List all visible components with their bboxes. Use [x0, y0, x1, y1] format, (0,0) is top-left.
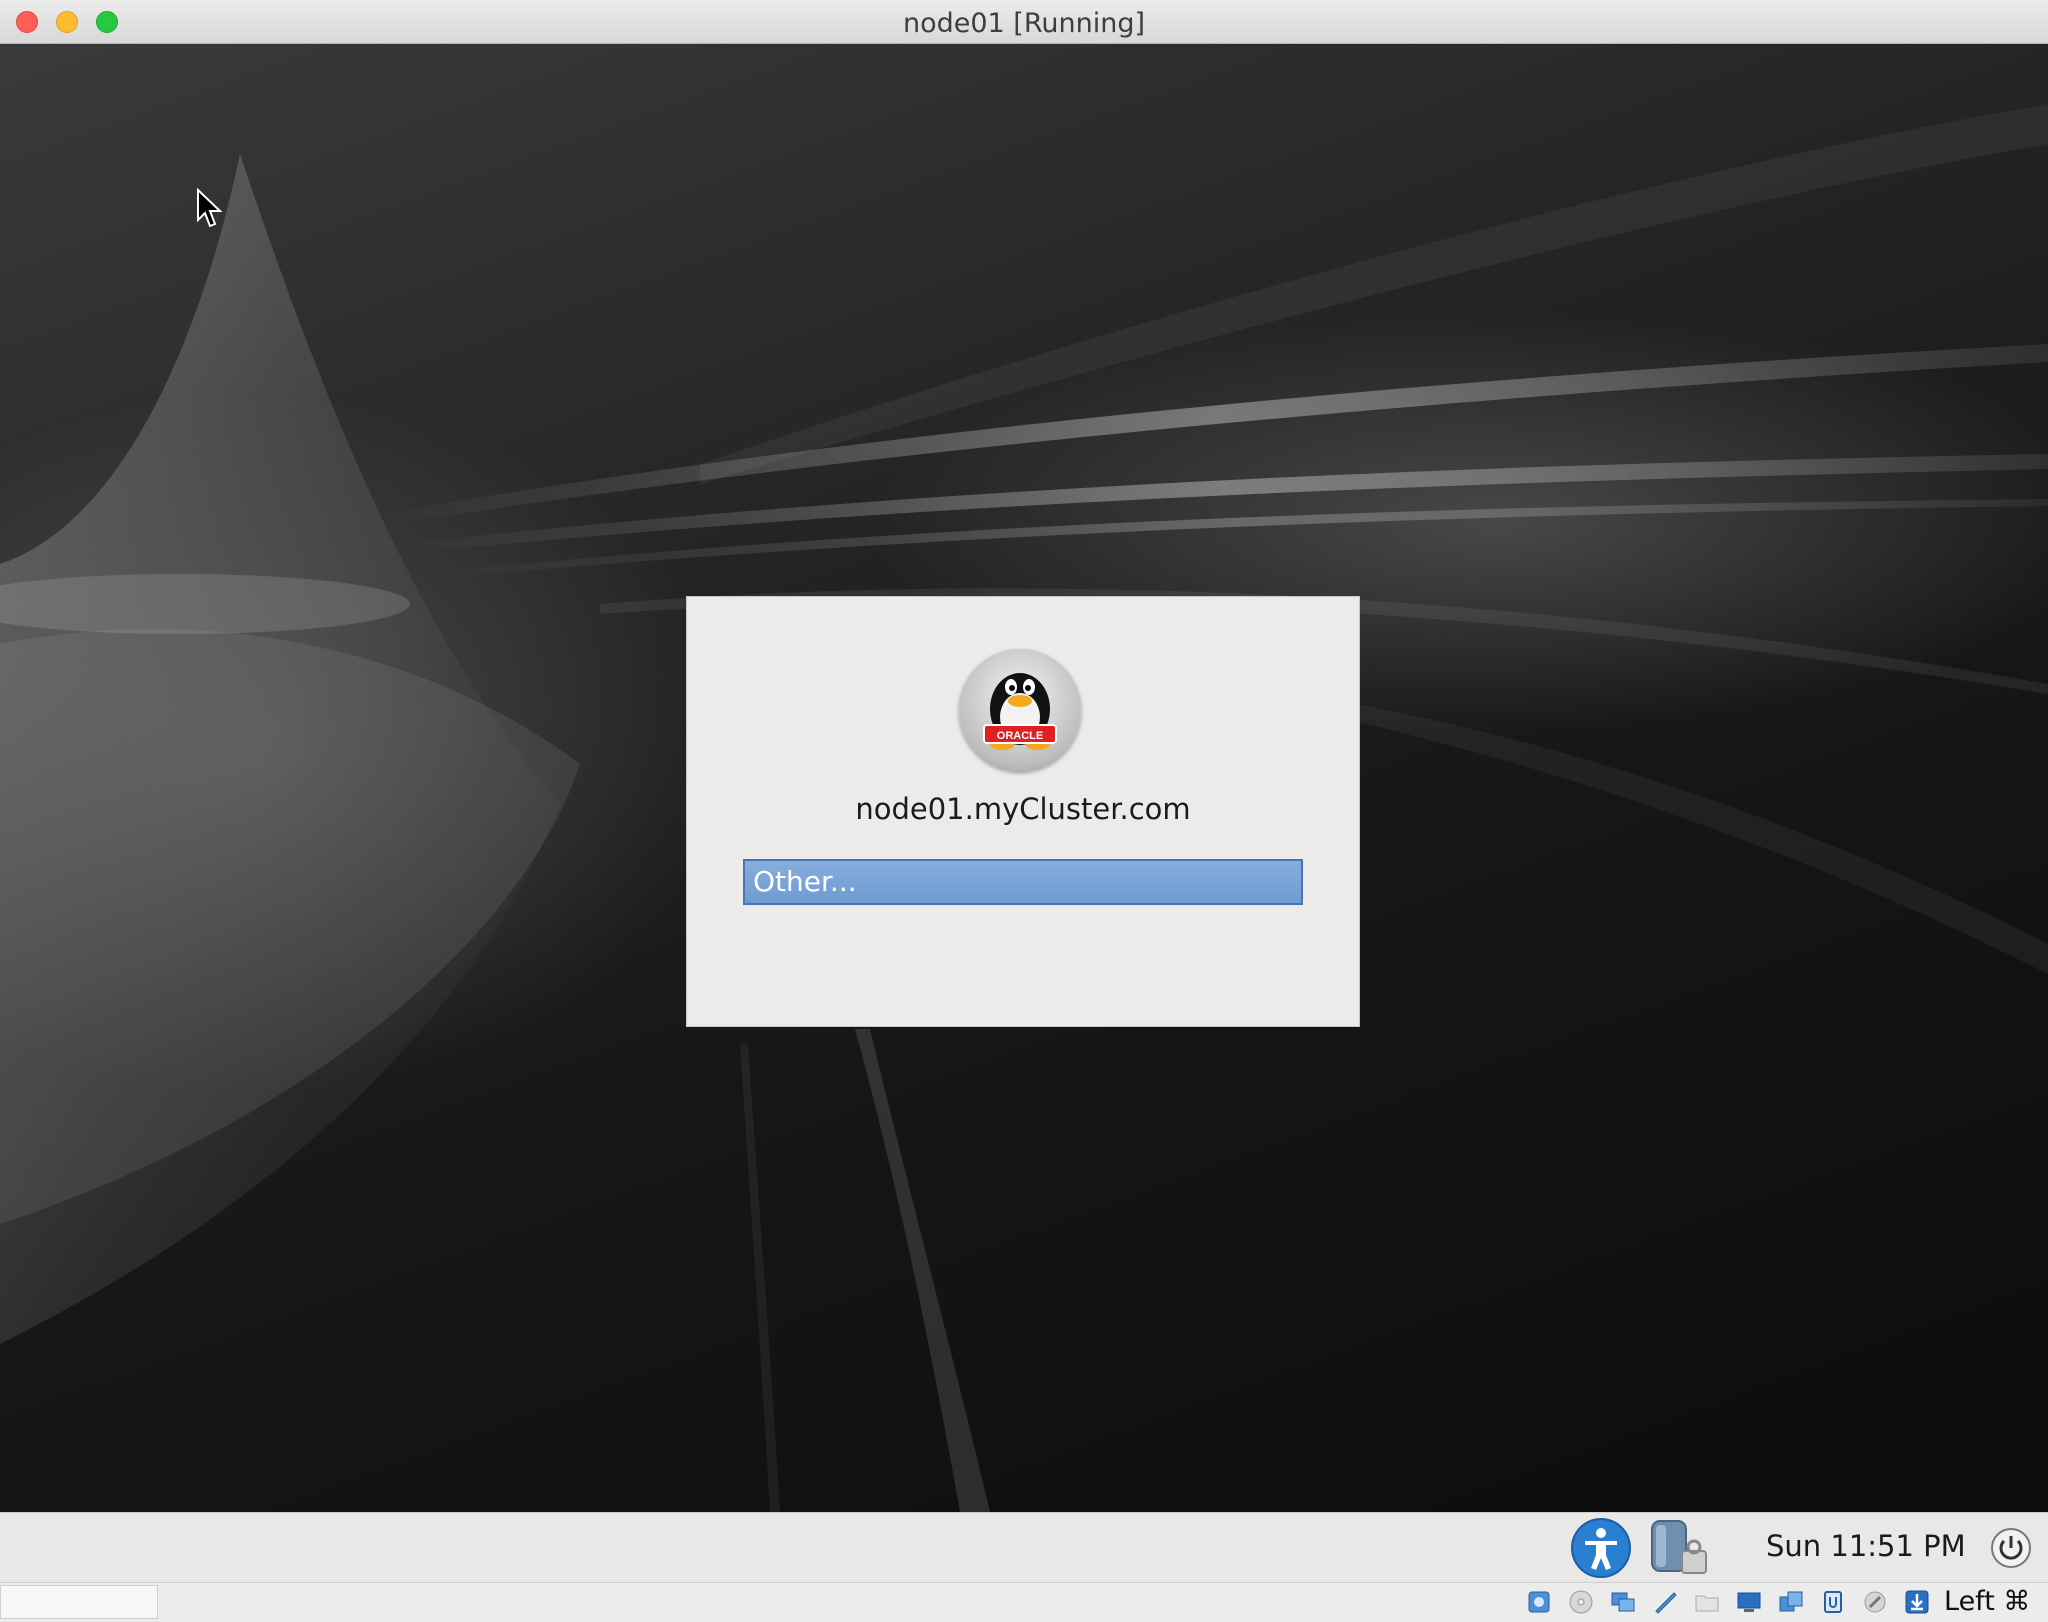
video-capture-icon[interactable] [1778, 1589, 1804, 1615]
power-icon[interactable] [1990, 1527, 2032, 1569]
hostname-label: node01.myCluster.com [855, 792, 1191, 826]
window-titlebar: node01 [Running] [0, 0, 2048, 44]
network-icon[interactable] [1610, 1589, 1636, 1615]
usb-icon[interactable] [1652, 1589, 1678, 1615]
host-key-label[interactable]: Left ⌘ [1944, 1586, 2030, 1617]
accessibility-icon[interactable] [1570, 1517, 1632, 1579]
vm-statusbar: Left ⌘ [0, 1582, 2048, 1622]
window-title: node01 [Running] [902, 8, 1146, 39]
hard-disk-icon[interactable] [1526, 1589, 1552, 1615]
cpu-icon[interactable] [1820, 1589, 1846, 1615]
login-panel: Sun 11:51 PM [0, 1512, 2048, 1582]
mouse-integration-icon[interactable] [1862, 1589, 1888, 1615]
keyboard-layout-icon[interactable] [1646, 1515, 1712, 1579]
oracle-penguin-icon: ORACLE [959, 649, 1081, 771]
status-field [0, 1585, 158, 1619]
avatar-badge-text: ORACLE [997, 730, 1043, 742]
shared-folders-icon[interactable] [1694, 1589, 1720, 1615]
download-icon[interactable] [1904, 1589, 1930, 1615]
user-list-item-other[interactable]: Other... [743, 859, 1303, 905]
login-dialog: ORACLE node01.myCluster.com Other... [686, 596, 1360, 1027]
clock[interactable]: Sun 11:51 PM [1766, 1529, 1966, 1563]
vm-screen[interactable]: ORACLE node01.myCluster.com Other... [0, 44, 2048, 1512]
display-icon[interactable] [1736, 1589, 1762, 1615]
optical-drive-icon[interactable] [1568, 1589, 1594, 1615]
mouse-pointer-icon [197, 188, 223, 228]
